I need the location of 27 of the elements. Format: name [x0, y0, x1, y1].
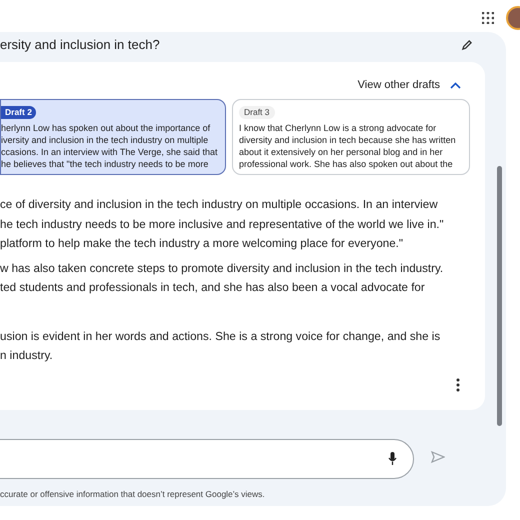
more-options-icon[interactable] — [456, 378, 460, 392]
prompt-input-field[interactable] — [0, 439, 414, 479]
response-text-line: ted students and professionals in tech, and she has also been a vocal advocate for — [0, 280, 426, 296]
disclaimer-text: ccurate or offensive information that doesn’t represent Google’s views. — [0, 488, 265, 501]
view-drafts-toggle[interactable]: View other drafts — [358, 77, 461, 94]
response-text-line: ce of diversity and inclusion in the tech industry on multiple occasions. In an interview — [0, 197, 439, 213]
draft-text-line: diversity and inclusion in tech because she has written — [239, 134, 456, 146]
response-text-line: usion is evident in her words and actions. She is a strong voice for change, and she is — [0, 328, 442, 344]
response-text-line: platform to help make the tech industry a more welcoming place for everyone." — [0, 236, 404, 252]
pencil-icon[interactable] — [461, 40, 472, 50]
chevron-icon — [450, 82, 461, 89]
draft-text-line: I know that Cherlynn Low is a strong advocate for — [239, 122, 438, 134]
response-text-line: w has also taken concrete steps to promote diversity and inclusion in the tech industry. — [0, 260, 444, 276]
draft-text-line: he believes that "the tech industry needs to be more — [1, 158, 210, 170]
draft-text-line: herlynn Low has spoken out about the importance of — [1, 122, 212, 134]
prompt-text: ersity and inclusion in tech? — [0, 36, 160, 54]
draft-text-line: professional work. She has also spoken out about the — [239, 158, 454, 170]
microphone-icon[interactable] — [388, 452, 397, 466]
draft-card[interactable] — [0, 99, 226, 175]
draft-label: Draft 2 — [1, 106, 36, 119]
draft-text-line: iversity and inclusion in the tech industry on multiple — [1, 134, 210, 146]
apps-grid-icon[interactable] — [482, 12, 494, 24]
response-text-line: he tech industry needs to be more inclusive and representative of the world we live in." — [0, 216, 445, 232]
draft-label: Draft 3 — [239, 106, 275, 119]
response-text-line: n industry. — [0, 348, 54, 364]
draft-text-line: ccasions. In an interview with The Verge, she said that — [1, 146, 218, 158]
draft-text-line: about it extensively on her personal blog and in her — [239, 146, 444, 158]
